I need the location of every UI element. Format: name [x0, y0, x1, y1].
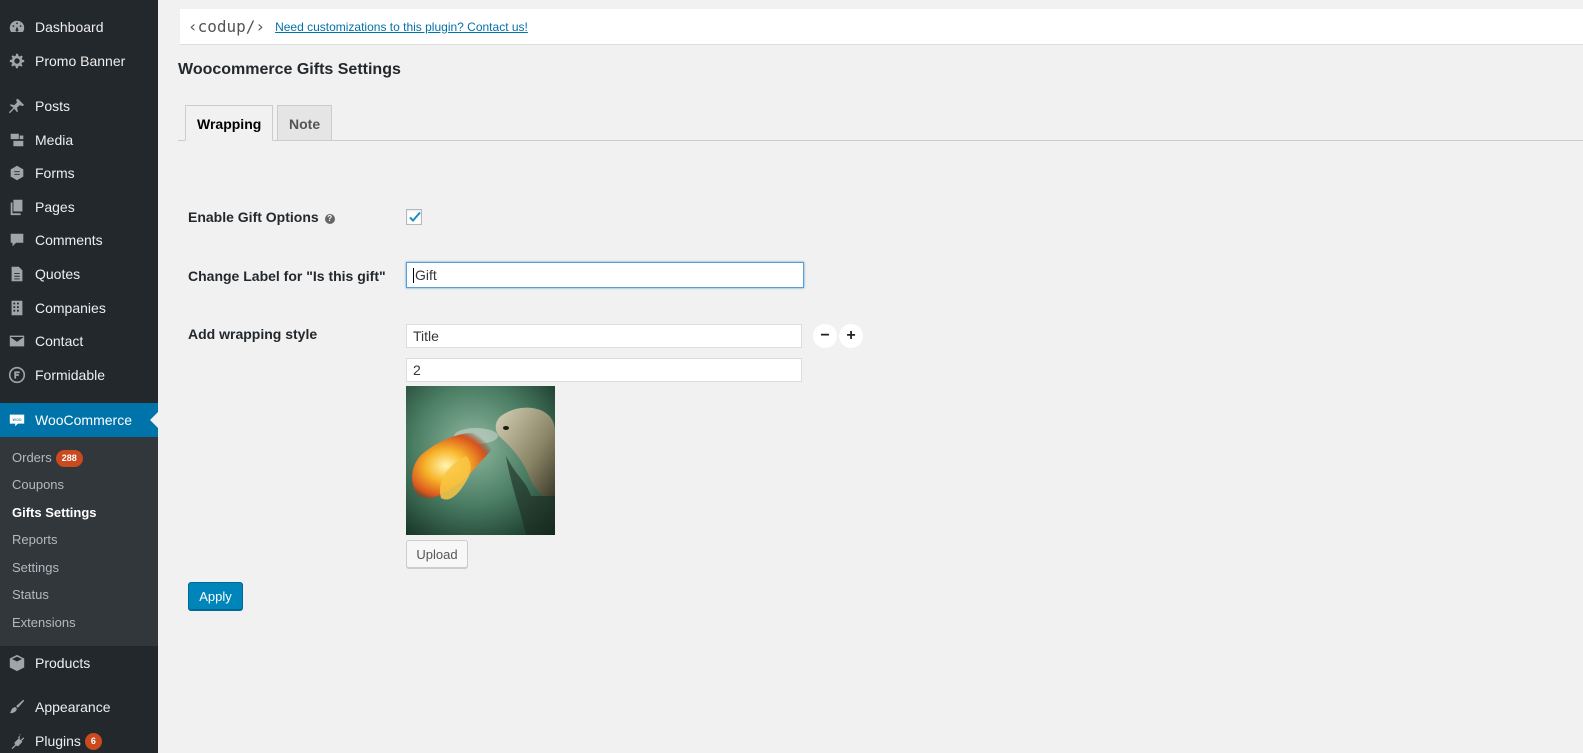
svg-text:woo: woo: [12, 418, 21, 423]
sidebar-item-label: Promo Banner: [35, 53, 126, 69]
sidebar-item-products[interactable]: Products: [0, 646, 158, 680]
pages-icon: [8, 198, 26, 216]
sidebar-item-contact[interactable]: Contact: [0, 324, 158, 358]
submenu-item-coupons[interactable]: Coupons: [12, 475, 64, 495]
sidebar-item-label: Companies: [35, 300, 106, 316]
brush-icon: [8, 698, 26, 716]
add-wrapping-button[interactable]: +: [839, 324, 863, 348]
submenu-item-status[interactable]: Status: [12, 585, 49, 605]
help-icon[interactable]: ?: [324, 214, 335, 224]
sidebar-item-label: Contact: [35, 333, 84, 349]
submenu-item-orders[interactable]: Orders 288: [12, 448, 83, 468]
sidebar-item-label: WooCommerce: [35, 412, 132, 428]
submenu-item-label: Gifts Settings: [12, 505, 97, 520]
sidebar-item-label: Forms: [35, 165, 75, 181]
plugins-count-badge: 6: [84, 732, 102, 750]
dashboard-icon: [8, 18, 26, 36]
apply-button[interactable]: Apply: [188, 582, 243, 610]
sidebar-item-label: Formidable: [35, 367, 106, 383]
wrapping-title-input[interactable]: Title: [406, 324, 802, 348]
contact-us-link[interactable]: Need customizations to this plugin? Cont…: [275, 20, 528, 34]
current-menu-arrow: [150, 412, 158, 428]
forms-icon: [8, 164, 26, 182]
building-icon: [8, 299, 26, 317]
sidebar-item-label: Posts: [35, 98, 71, 114]
woocommerce-submenu: Orders 288 Coupons Gifts Settings Report…: [0, 437, 158, 646]
sidebar-item-woocommerce[interactable]: woo WooCommerce: [0, 403, 158, 437]
enable-gift-options-label: Enable Gift Options?: [188, 209, 335, 225]
wrapping-price-input[interactable]: 2: [406, 358, 802, 382]
sidebar-item-appearance[interactable]: Appearance: [0, 690, 158, 724]
sidebar-item-formidable[interactable]: Formidable: [0, 358, 158, 392]
enable-gift-options-text: Enable Gift Options: [188, 209, 319, 225]
change-label-label: Change Label for "Is this gift": [188, 268, 386, 284]
formidable-icon: [8, 366, 26, 384]
woo-icon: woo: [8, 411, 26, 429]
page-title: Woocommerce Gifts Settings: [178, 61, 401, 78]
sidebar-item-label: Plugins: [35, 733, 81, 749]
upload-button[interactable]: Upload: [406, 540, 468, 568]
sidebar-item-promo-banner[interactable]: Promo Banner: [0, 44, 158, 78]
sidebar-item-plugins[interactable]: Plugins 6: [0, 724, 158, 753]
sidebar-item-label: Comments: [35, 232, 103, 248]
orders-count-badge: 288: [55, 449, 83, 467]
tab-note[interactable]: Note: [277, 105, 333, 141]
sidebar-item-companies[interactable]: Companies: [0, 291, 158, 325]
wrapping-image: [406, 386, 555, 535]
submenu-item-reports[interactable]: Reports: [12, 530, 58, 550]
document-icon: [8, 265, 26, 283]
codup-banner: ‹codup/› Need customizations to this plu…: [180, 9, 1583, 45]
submenu-item-label: Extensions: [12, 615, 76, 630]
sidebar-item-label: Media: [35, 132, 74, 148]
submenu-item-label: Reports: [12, 532, 58, 547]
media-icon: [8, 131, 26, 149]
admin-sidebar: Dashboard Promo Banner Posts Media Forms…: [0, 0, 158, 753]
wrapping-style-label: Add wrapping style: [188, 326, 318, 342]
wrapping-title-value: Title: [413, 328, 439, 344]
sidebar-item-comments[interactable]: Comments: [0, 223, 158, 257]
submenu-item-settings[interactable]: Settings: [12, 558, 59, 578]
sidebar-item-label: Pages: [35, 199, 75, 215]
sidebar-item-label: Dashboard: [35, 19, 104, 35]
comment-icon: [8, 231, 26, 249]
tab-wrapping[interactable]: Wrapping: [185, 105, 274, 141]
change-label-input[interactable]: Gift: [406, 262, 804, 288]
pin-icon: [8, 97, 26, 115]
sidebar-item-label: Appearance: [35, 699, 111, 715]
sidebar-item-pages[interactable]: Pages: [0, 190, 158, 224]
sidebar-item-label: Products: [35, 655, 91, 671]
submenu-item-label: Status: [12, 587, 49, 602]
remove-wrapping-button[interactable]: −: [813, 324, 837, 348]
submenu-item-extensions[interactable]: Extensions: [12, 613, 76, 633]
codup-logo: ‹codup/›: [188, 17, 266, 36]
sidebar-item-label: Quotes: [35, 266, 81, 282]
sidebar-item-media[interactable]: Media: [0, 123, 158, 157]
sidebar-item-forms[interactable]: Forms: [0, 156, 158, 190]
checkmark-icon: [409, 211, 421, 222]
submenu-item-label: Coupons: [12, 477, 65, 492]
text-caret: [413, 267, 414, 283]
sidebar-item-posts[interactable]: Posts: [0, 89, 158, 123]
submenu-item-gifts-settings[interactable]: Gifts Settings: [12, 503, 97, 523]
tabs-divider: [178, 140, 1583, 141]
gear-icon: [8, 52, 26, 70]
sidebar-item-dashboard[interactable]: Dashboard: [0, 10, 158, 44]
change-label-value: Gift: [415, 267, 437, 283]
wrapping-price-value: 2: [413, 362, 421, 378]
wrapping-image-preview: [406, 386, 555, 535]
plugin-icon: [8, 732, 26, 750]
sidebar-item-quotes[interactable]: Quotes: [0, 257, 158, 291]
envelope-icon: [8, 332, 26, 350]
box-icon: [8, 654, 26, 672]
submenu-item-label: Settings: [12, 560, 59, 575]
enable-gift-options-checkbox[interactable]: [406, 209, 422, 225]
submenu-item-label: Orders: [12, 450, 52, 465]
